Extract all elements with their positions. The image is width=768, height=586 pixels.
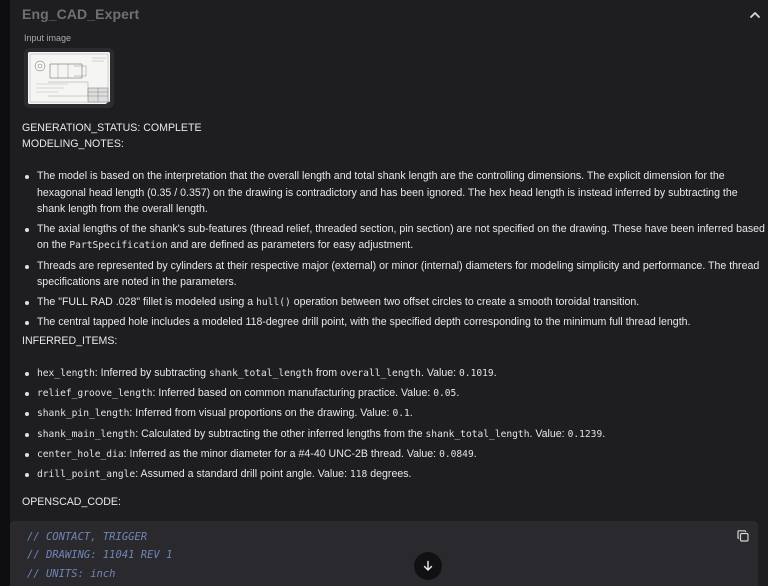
list-item: The axial lengths of the shank's sub-fea… [22, 221, 768, 255]
modeling-notes-list: The model is based on the interpretation… [22, 168, 768, 334]
item-text: from [312, 367, 341, 379]
note-text: The central tapped hole includes a model… [37, 316, 691, 328]
list-item: hex_length: Inferred by subtracting shan… [22, 365, 768, 383]
item-text: . [409, 407, 413, 420]
openscad-code-title: OPENSCAD_CODE: [22, 496, 121, 508]
inline-code: hull() [256, 296, 291, 308]
list-item: The central tapped hole includes a model… [22, 314, 768, 331]
code-line: // DRAWING: 11041 REV 1 [27, 549, 173, 561]
list-item: Threads are represented by cylinders at … [22, 258, 768, 291]
param-name: center_hole_dia [37, 448, 124, 460]
generation-status: GENERATION_STATUS: COMPLETE [22, 122, 202, 134]
list-item: The model is based on the interpretation… [22, 168, 768, 218]
arrow-down-icon [423, 560, 433, 571]
code-block[interactable]: // CONTACT, TRIGGER // DRAWING: 11041 RE… [10, 521, 758, 586]
param-value: 0.1 [392, 408, 410, 420]
item-text: : Calculated by subtracting the other in… [135, 427, 426, 440]
param-value: 118 [349, 468, 368, 480]
inline-code: shank_total_length [209, 368, 313, 379]
scroll-to-bottom-button[interactable] [414, 552, 442, 580]
chat-panel: Eng_CAD_Expert Input image GENERATION_ST… [10, 0, 768, 586]
note-text: Threads are represented by cylinders at … [37, 259, 760, 289]
item-text: : Inferred from visual proportions on th… [129, 407, 393, 420]
inferred-items-title: INFERRED_ITEMS: [22, 335, 118, 347]
chevron-up-icon[interactable] [748, 8, 762, 22]
item-text: : Assumed a standard drill point angle. … [135, 467, 350, 480]
item-text: degrees. [367, 467, 412, 480]
param-name: shank_pin_length [37, 408, 130, 420]
note-text: The "FULL RAD .028" fillet is modeled us… [37, 295, 257, 308]
item-text: : Inferred as the minor diameter for a #… [123, 447, 440, 460]
param-name: relief_groove_length [37, 388, 153, 400]
inline-code: overall_length [340, 368, 421, 379]
param-value: 0.05 [433, 388, 457, 400]
code-line: // CONTACT, TRIGGER [27, 531, 148, 543]
panel-title: Eng_CAD_Expert [22, 6, 140, 22]
item-text: . [456, 387, 460, 400]
item-text: . [473, 447, 477, 460]
list-item: The "FULL RAD .028" fillet is modeled us… [22, 294, 768, 312]
cad-drawing-image [28, 52, 110, 104]
inferred-items-list: hex_length: Inferred by subtracting shan… [22, 365, 768, 486]
code-line: // UNITS: inch [27, 568, 116, 580]
param-value: 0.1019 [459, 368, 494, 379]
list-item: shank_pin_length: Inferred from visual p… [22, 405, 768, 423]
modeling-notes-title: MODELING_NOTES: [22, 138, 124, 150]
param-value: 0.0849 [439, 448, 474, 460]
list-item: shank_main_length: Calculated by subtrac… [22, 426, 768, 444]
note-text: The model is based on the interpretation… [37, 170, 738, 215]
inline-code: PartSpecification [69, 240, 168, 251]
copy-icon[interactable] [736, 529, 750, 543]
panel-header[interactable]: Eng_CAD_Expert [22, 6, 768, 28]
param-name: hex_length [37, 368, 95, 379]
item-text: . Value: [529, 427, 568, 440]
list-item: relief_groove_length: Inferred based on … [22, 385, 768, 403]
inline-code: shank_total_length [425, 428, 530, 440]
note-text: operation between two offset circles to … [290, 295, 640, 308]
item-text: : Inferred based on common manufacturing… [152, 387, 434, 400]
input-image-label: Input image [24, 33, 72, 43]
list-item: center_hole_dia: Inferred as the minor d… [22, 446, 768, 464]
item-text: : Inferred by subtracting [94, 367, 210, 379]
param-name: shank_main_length [37, 428, 136, 440]
param-name: drill_point_angle [37, 468, 136, 480]
item-text: . Value: [420, 367, 460, 379]
download-icon [112, 106, 114, 108]
input-image-thumbnail[interactable] [24, 48, 114, 108]
note-text: and are defined as parameters for easy a… [167, 239, 414, 251]
list-item: drill_point_angle: Assumed a standard dr… [22, 466, 768, 484]
param-value: 0.1239 [567, 428, 603, 440]
item-text: . [602, 427, 606, 440]
item-text: . [493, 367, 497, 379]
